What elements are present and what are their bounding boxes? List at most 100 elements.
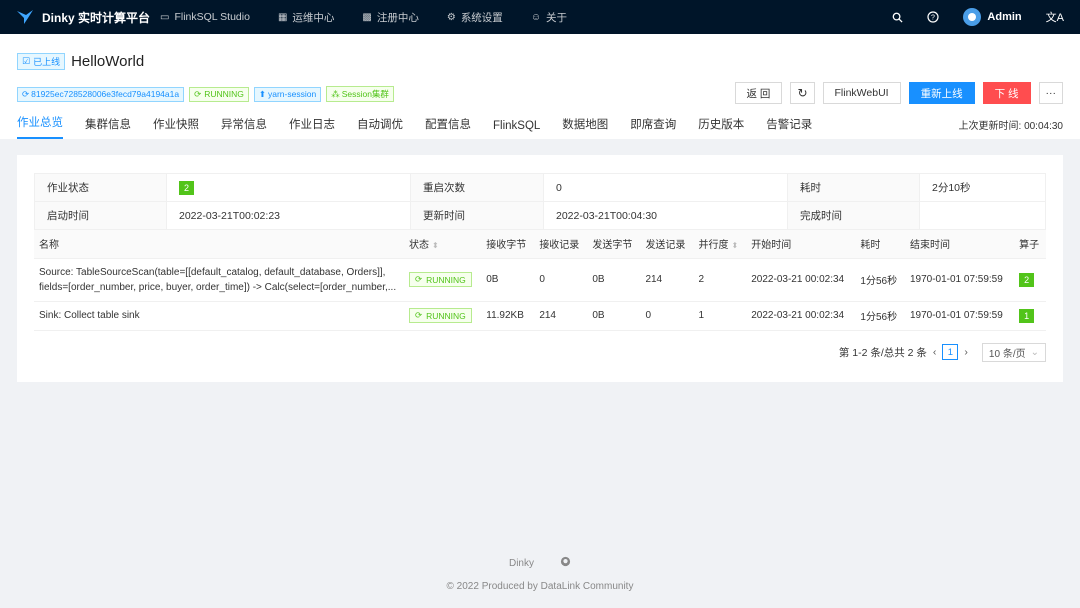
prev-page-icon[interactable]: ‹ <box>933 346 937 358</box>
tab-history[interactable]: 历史版本 <box>698 116 744 139</box>
start-time: 2022-03-21 00:02:34 <box>746 301 856 331</box>
avatar <box>963 8 982 26</box>
state-badge: 2 <box>179 180 195 195</box>
parallelism: 2 <box>693 258 747 302</box>
tab-logs[interactable]: 作业日志 <box>289 116 335 139</box>
status-badge: ⟳ RUNNING <box>409 308 472 323</box>
cluster-icon: ⁂ <box>331 88 340 99</box>
next-page-icon[interactable]: › <box>964 346 968 358</box>
col-status[interactable]: 状态 ⬍ <box>404 230 482 259</box>
restart-value: 0 <box>543 173 788 202</box>
nav-item-label: 运维中心 <box>292 11 335 24</box>
run-mode-tag: ⬆ yarn-session <box>253 86 322 102</box>
sort-icon[interactable]: ⬍ <box>732 241 739 250</box>
tab-overview[interactable]: 作业总览 <box>17 114 63 139</box>
tab-adhoc-query[interactable]: 即席查询 <box>630 116 676 139</box>
flink-webui-button[interactable]: FlinkWebUI <box>822 82 901 104</box>
send-records: 0 <box>640 301 694 331</box>
app-title: Dinky 实时计算平台 <box>42 10 151 25</box>
main-nav: ▭ FlinkSQL Studio ▦ 运维中心 ▩ 注册中心 ⚙ 系统设置 ☺ 关于 <box>160 10 595 25</box>
nav-item-settings[interactable]: ⚙ 系统设置 <box>447 10 503 25</box>
send-bytes: 0B <box>587 258 641 302</box>
page-size-value: 10 条/页 <box>988 348 1026 360</box>
table-row[interactable]: Sink: Collect table sink ⟳ RUNNING 11.92K… <box>34 301 1046 331</box>
nav-item-label: FlinkSQL Studio <box>174 11 250 23</box>
tab-flinksql[interactable]: FlinkSQL <box>493 120 540 139</box>
footer-brand-link[interactable]: Dinky <box>509 558 534 569</box>
smile-icon: ☺ <box>530 11 542 23</box>
page-title: HelloWorld <box>71 52 145 70</box>
vertex-name: Sink: Collect table sink <box>34 301 404 331</box>
col-parallelism-label: 并行度 <box>698 240 729 252</box>
table-row[interactable]: Source: TableSourceScan(table=[[default_… <box>34 258 1046 302</box>
recv-records: 0 <box>534 258 588 302</box>
run-mode: yarn-session <box>268 89 317 99</box>
user-menu[interactable]: Admin <box>963 8 1022 26</box>
logo[interactable]: Dinky 实时计算平台 <box>0 9 160 26</box>
finish-time-value <box>919 201 1046 230</box>
page-size-select[interactable]: 10 条/页 ⌄ <box>981 342 1046 362</box>
nav-item-label: 系统设置 <box>460 11 503 24</box>
restart-label: 重启次数 <box>410 173 544 202</box>
chevron-down-icon: ⌄ <box>1030 346 1039 358</box>
overview-card: 作业状态 2 重启次数 0 耗时 2分10秒 启动时间 2022-03-21T0… <box>17 155 1063 382</box>
send-bytes: 0B <box>587 301 641 331</box>
finish-time-label: 完成时间 <box>787 201 920 230</box>
sync-icon: ⟳ <box>415 274 423 284</box>
duration: 1分56秒 <box>855 258 905 302</box>
github-icon[interactable] <box>560 556 571 570</box>
nav-item-about[interactable]: ☺ 关于 <box>531 10 567 25</box>
start-time: 2022-03-21 00:02:34 <box>746 258 856 302</box>
col-send-bytes: 发送字节 <box>587 230 641 259</box>
help-icon[interactable]: ? <box>927 11 940 23</box>
page-header: ☑ 已上线 HelloWorld ⟳ 81925ec728528006e3fecd7… <box>0 34 1080 139</box>
page-number[interactable]: 1 <box>942 344 959 360</box>
sync-icon: ⟳ <box>415 310 423 320</box>
translate-icon[interactable]: 文A <box>1046 9 1064 25</box>
update-time-value: 2022-03-21T00:04:30 <box>543 201 788 230</box>
tab-data-map[interactable]: 数据地图 <box>562 116 608 139</box>
tab-config[interactable]: 配置信息 <box>425 116 471 139</box>
online-status-tag: ☑ 已上线 <box>17 52 66 70</box>
start-time-value: 2022-03-21T00:02:23 <box>166 201 411 230</box>
vertex-name: Source: TableSourceScan(table=[[default_… <box>34 258 404 302</box>
operators: 2 <box>1014 258 1046 302</box>
tab-auto-tuning[interactable]: 自动调优 <box>357 116 403 139</box>
refresh-button[interactable]: ↻ <box>790 82 815 104</box>
tab-cluster-info[interactable]: 集群信息 <box>85 116 131 139</box>
recv-bytes: 0B <box>481 258 535 302</box>
nav-item-registry[interactable]: ▩ 注册中心 <box>362 10 418 25</box>
search-icon[interactable] <box>892 12 903 23</box>
user-name: Admin <box>987 11 1022 23</box>
check-square-icon: ☑ <box>22 55 31 66</box>
operators: 1 <box>1014 301 1046 331</box>
top-nav-bar: Dinky 实时计算平台 ▭ FlinkSQL Studio ▦ 运维中心 ▩ 注册中… <box>0 0 1080 34</box>
end-time: 1970-01-01 07:59:59 <box>904 258 1015 302</box>
copyright: © 2022 Produced by DataLink Community <box>446 581 634 592</box>
col-send-records: 发送记录 <box>640 230 694 259</box>
pagination-summary: 第 1-2 条/总共 2 条 <box>838 346 927 359</box>
relaunch-button[interactable]: 重新上线 <box>908 82 975 104</box>
tab-alerts[interactable]: 告警记录 <box>766 116 812 139</box>
sort-icon[interactable]: ⬍ <box>432 241 439 250</box>
svg-text:?: ? <box>931 15 935 22</box>
nav-item-label: 注册中心 <box>376 11 419 24</box>
more-button[interactable]: ··· <box>1038 82 1063 104</box>
duration-label: 耗时 <box>787 173 920 202</box>
last-update-value: 00:04:30 <box>1024 121 1063 132</box>
detail-tabs: 作业总览 集群信息 作业快照 异常信息 作业日志 自动调优 配置信息 Flink… <box>17 103 1063 139</box>
nav-item-flinksql-studio[interactable]: ▭ FlinkSQL Studio <box>160 11 250 23</box>
recv-records: 214 <box>534 301 588 331</box>
col-parallelism[interactable]: 并行度 ⬍ <box>693 230 747 259</box>
tab-exceptions[interactable]: 异常信息 <box>221 116 267 139</box>
status-label: RUNNING <box>426 274 466 285</box>
last-update-label: 上次更新时间: <box>958 121 1022 132</box>
job-info-table: 作业状态 2 重启次数 0 耗时 2分10秒 启动时间 2022-03-21T0… <box>34 173 1046 230</box>
operator-count-badge: 1 <box>1019 308 1035 323</box>
nav-item-ops-center[interactable]: ▦ 运维中心 <box>278 10 334 25</box>
tab-snapshot[interactable]: 作业快照 <box>153 116 199 139</box>
reload-icon: ↻ <box>797 86 808 100</box>
offline-button[interactable]: 下 线 <box>982 82 1031 104</box>
back-button[interactable]: 返 回 <box>734 82 783 104</box>
col-duration: 耗时 <box>855 230 905 259</box>
